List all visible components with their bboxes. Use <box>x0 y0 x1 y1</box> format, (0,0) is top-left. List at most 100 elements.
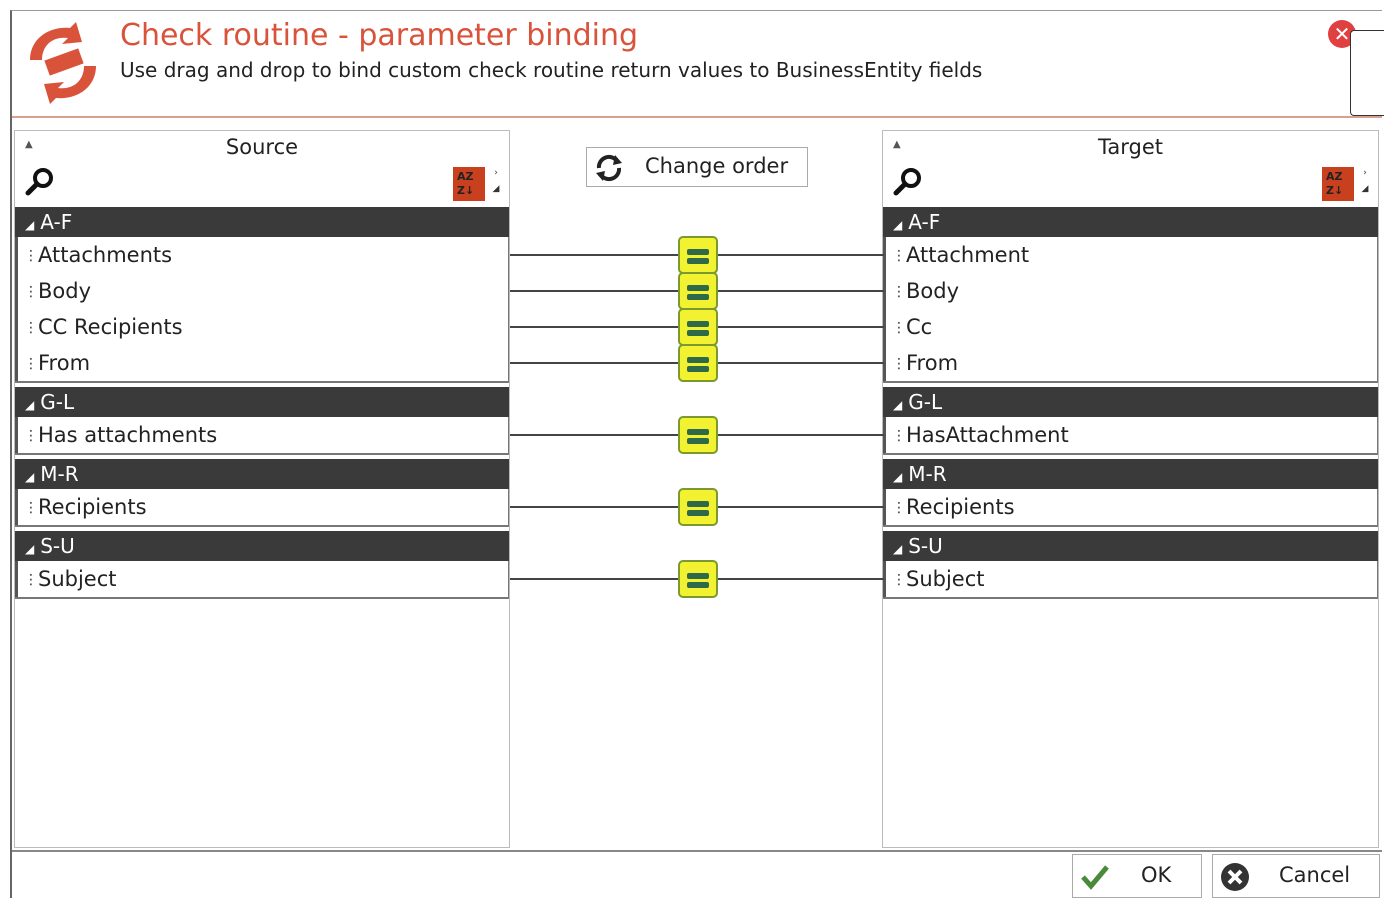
group-s-u: ◢ S-U ⋮Subject <box>883 531 1378 599</box>
change-order-label: Change order <box>645 154 789 178</box>
target-panel-title: Target <box>1098 135 1163 159</box>
list-item-label: Subject <box>38 567 117 591</box>
group-header[interactable]: ◢ A-F <box>15 207 509 237</box>
cancel-label: Cancel <box>1279 863 1351 887</box>
footer-divider <box>12 850 1382 852</box>
source-panel-title: Source <box>225 135 299 159</box>
sort-arrows-icon[interactable]: › ◢ <box>1358 165 1372 197</box>
cancel-icon <box>1221 863 1249 891</box>
refresh-icon <box>596 154 622 182</box>
target-panel: ▲ Target AZ Z↓ › ◢ ◢ A-F ⋮Attachment ⋮Body ⋮Cc… <box>882 130 1379 848</box>
group-label: G-L <box>908 390 943 414</box>
drag-handle-icon[interactable]: ⋮ <box>892 562 906 598</box>
group-s-u: ◢ S-U ⋮Subject <box>15 531 509 599</box>
list-item-label: Subject <box>906 567 985 591</box>
drag-handle-icon[interactable]: ⋮ <box>892 490 906 526</box>
expand-triangle-icon[interactable]: ◢ <box>25 398 34 412</box>
expand-triangle-icon[interactable]: ◢ <box>893 398 902 412</box>
drag-handle-icon[interactable]: ⋮ <box>24 562 38 598</box>
list-item[interactable]: ⋮Has attachments <box>15 417 509 453</box>
group-header[interactable]: ◢ S-U <box>15 531 509 561</box>
list-item-label: CC Recipients <box>38 315 183 339</box>
group-label: A-F <box>908 210 941 234</box>
group-header[interactable]: ◢ G-L <box>883 387 1378 417</box>
change-order-button[interactable]: Change order <box>586 147 808 187</box>
group-header[interactable]: ◢ M-R <box>15 459 509 489</box>
group-m-r: ◢ M-R ⋮Recipients <box>883 459 1378 527</box>
list-item[interactable]: ⋮Subject <box>883 561 1378 597</box>
source-list: ◢ A-F ⋮Attachments ⋮Body ⋮CC Recipients ⋮From… <box>15 207 509 599</box>
expand-triangle-icon[interactable]: ◢ <box>25 218 34 232</box>
cancel-button[interactable]: Cancel <box>1212 854 1380 898</box>
drag-handle-icon[interactable]: ⋮ <box>892 418 906 454</box>
source-panel: ▲ Source AZ Z↓ › ◢ ◢ A-F ⋮Attachments ⋮Body ⋮C… <box>14 130 510 848</box>
drag-handle-icon[interactable]: ⋮ <box>24 310 38 346</box>
tooltip-edge <box>1350 30 1384 116</box>
drag-handle-icon[interactable]: ⋮ <box>24 418 38 454</box>
list-item-label: Recipients <box>906 495 1015 519</box>
drag-handle-icon[interactable]: ⋮ <box>24 274 38 310</box>
drag-handle-icon[interactable]: ⋮ <box>892 274 906 310</box>
search-icon[interactable] <box>23 165 57 199</box>
drag-handle-icon[interactable]: ⋮ <box>892 346 906 382</box>
group-header[interactable]: ◢ A-F <box>883 207 1378 237</box>
checkmark-icon <box>1081 865 1109 890</box>
list-item-label: Has attachments <box>38 423 218 447</box>
group-g-l: ◢ G-L ⋮Has attachments <box>15 387 509 455</box>
list-item-label: Attachment <box>906 243 1030 267</box>
list-item[interactable]: ⋮Recipients <box>15 489 509 525</box>
list-item-label: Body <box>38 279 92 303</box>
list-item[interactable]: ⋮From <box>15 345 509 381</box>
expand-triangle-icon[interactable]: ◢ <box>25 470 34 484</box>
drag-handle-icon[interactable]: ⋮ <box>892 238 906 274</box>
list-item[interactable]: ⋮Subject <box>15 561 509 597</box>
drag-handle-icon[interactable]: ⋮ <box>24 238 38 274</box>
list-item[interactable]: ⋮From <box>883 345 1378 381</box>
group-header[interactable]: ◢ S-U <box>883 531 1378 561</box>
group-label: G-L <box>40 390 75 414</box>
list-item-label: Recipients <box>38 495 147 519</box>
list-item[interactable]: ⋮HasAttachment <box>883 417 1378 453</box>
dialog-subtitle: Use drag and drop to bind custom check r… <box>120 58 983 82</box>
list-item[interactable]: ⋮CC Recipients <box>15 309 509 345</box>
drag-handle-icon[interactable]: ⋮ <box>892 310 906 346</box>
list-item[interactable]: ⋮Cc <box>883 309 1378 345</box>
drag-handle-icon[interactable]: ⋮ <box>24 346 38 382</box>
sort-az-icon[interactable]: AZ Z↓ <box>1322 167 1354 201</box>
list-item-label: Cc <box>906 315 933 339</box>
list-item-label: From <box>906 351 959 375</box>
ok-button[interactable]: OK <box>1072 854 1202 898</box>
expand-triangle-icon[interactable]: ◢ <box>893 542 902 556</box>
group-m-r: ◢ M-R ⋮Recipients <box>15 459 509 527</box>
search-icon[interactable] <box>891 165 925 199</box>
expand-triangle-icon[interactable]: ◢ <box>893 470 902 484</box>
header-divider <box>12 116 1382 118</box>
sort-arrows-icon[interactable]: › ◢ <box>489 165 503 197</box>
list-item[interactable]: ⋮Attachments <box>15 237 509 273</box>
group-label: A-F <box>40 210 73 234</box>
list-item[interactable]: ⋮Recipients <box>883 489 1378 525</box>
expand-triangle-icon[interactable]: ◢ <box>25 542 34 556</box>
group-label: S-U <box>40 534 75 558</box>
list-item-label: From <box>38 351 91 375</box>
group-header[interactable]: ◢ M-R <box>883 459 1378 489</box>
group-a-f: ◢ A-F ⋮Attachments ⋮Body ⋮CC Recipients ⋮From <box>15 207 509 383</box>
group-label: M-R <box>40 462 79 486</box>
target-panel-header: ▲ Target AZ Z↓ › ◢ <box>883 131 1378 207</box>
list-item[interactable]: ⋮Body <box>15 273 509 309</box>
check-routine-logo-icon <box>30 22 96 104</box>
dialog-title: Check routine - parameter binding <box>120 18 639 53</box>
group-g-l: ◢ G-L ⋮HasAttachment <box>883 387 1378 455</box>
sort-az-icon[interactable]: AZ Z↓ <box>453 167 485 201</box>
expand-triangle-icon[interactable]: ◢ <box>893 218 902 232</box>
ok-label: OK <box>1141 863 1172 887</box>
list-item[interactable]: ⋮Attachment <box>883 237 1378 273</box>
list-item[interactable]: ⋮Body <box>883 273 1378 309</box>
target-list: ◢ A-F ⋮Attachment ⋮Body ⋮Cc ⋮From ◢ G-L ⋮HasAtta… <box>883 207 1378 599</box>
group-header[interactable]: ◢ G-L <box>15 387 509 417</box>
group-label: S-U <box>908 534 943 558</box>
list-item-label: HasAttachment <box>906 423 1069 447</box>
group-label: M-R <box>908 462 947 486</box>
drag-handle-icon[interactable]: ⋮ <box>24 490 38 526</box>
group-a-f: ◢ A-F ⋮Attachment ⋮Body ⋮Cc ⋮From <box>883 207 1378 383</box>
